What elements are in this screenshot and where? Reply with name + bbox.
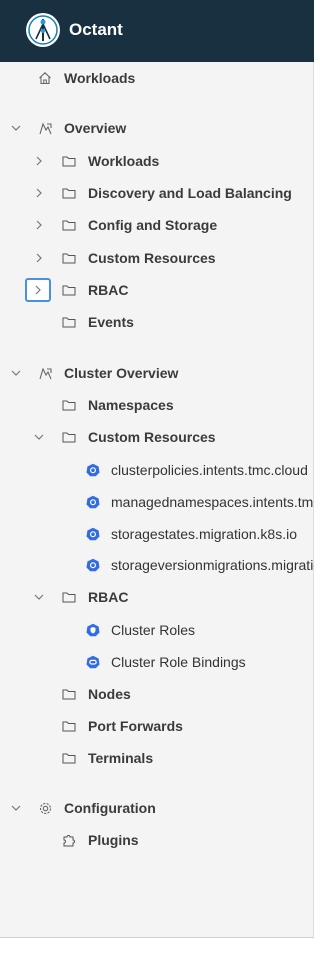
- chevron-right-icon[interactable]: [31, 185, 47, 201]
- app-header: Octant: [0, 0, 314, 62]
- folder-icon: [61, 718, 77, 734]
- nav-item-crd[interactable]: managednamespaces.intents.tmc.cloud: [0, 488, 314, 516]
- folder-icon: [61, 314, 77, 330]
- nav-item-label: Custom Resources: [88, 429, 216, 445]
- folder-icon: [61, 250, 77, 266]
- nav-item-plugins[interactable]: Plugins: [0, 826, 314, 854]
- nav-section-label: Configuration: [64, 800, 156, 816]
- overview-icon: [37, 365, 53, 381]
- nav-section-configuration[interactable]: Configuration: [0, 794, 314, 822]
- chevron-right-icon[interactable]: [25, 278, 51, 302]
- folder-icon: [61, 429, 77, 445]
- nav-item-label: Workloads: [64, 70, 136, 86]
- nav-item-namespaces[interactable]: Namespaces: [0, 391, 314, 419]
- nav-item-label: storagestates.migration.k8s.io: [111, 526, 297, 542]
- folder-icon: [61, 217, 77, 233]
- nav-item-label: Terminals: [88, 750, 154, 766]
- nav-item-label: Config and Storage: [88, 217, 218, 233]
- nav-item-label: clusterpolicies.intents.tmc.cloud: [111, 462, 308, 478]
- nav-item-workloads[interactable]: Workloads: [0, 64, 314, 92]
- nav-item-crd[interactable]: storagestates.migration.k8s.io: [0, 520, 314, 548]
- app-title: Octant: [69, 20, 123, 39]
- nav-item-label: Cluster Roles: [111, 622, 196, 638]
- nav-item-label: Namespaces: [88, 397, 174, 413]
- overview-icon: [37, 120, 53, 136]
- nav-item-port-forwards[interactable]: Port Forwards: [0, 712, 314, 740]
- nav-item-terminals[interactable]: Terminals: [0, 744, 314, 772]
- nav-item-cluster-rbac[interactable]: RBAC: [0, 583, 314, 611]
- nav-item-label: Nodes: [88, 686, 131, 702]
- nav-item-crd[interactable]: clusterpolicies.intents.tmc.cloud: [0, 456, 314, 484]
- divider: [0, 937, 314, 938]
- nav-item-label: Plugins: [88, 832, 139, 848]
- nav-section-overview[interactable]: Overview: [0, 114, 314, 142]
- nav-item-label: managednamespaces.intents.tmc.cloud: [111, 494, 314, 510]
- nav-item-cluster-roles[interactable]: Cluster Roles: [0, 616, 314, 644]
- chevron-down-icon[interactable]: [8, 120, 24, 136]
- nav-section-label: Overview: [64, 120, 127, 136]
- folder-icon: [61, 589, 77, 605]
- nav-section-label: Cluster Overview: [64, 365, 179, 381]
- gear-icon: [37, 800, 53, 816]
- nav-item-cluster-custom-resources[interactable]: Custom Resources: [0, 423, 314, 451]
- nav-item-overview-custom-resources[interactable]: Custom Resources: [0, 244, 314, 272]
- nav-item-events[interactable]: Events: [0, 308, 314, 336]
- chevron-down-icon[interactable]: [31, 429, 47, 445]
- nav-item-label: Workloads: [88, 153, 160, 169]
- nav-item-label: Port Forwards: [88, 718, 183, 734]
- chevron-right-icon[interactable]: [31, 217, 47, 233]
- nav-item-overview-workloads[interactable]: Workloads: [0, 147, 314, 175]
- nav-item-label: RBAC: [88, 589, 129, 605]
- chevron-down-icon[interactable]: [8, 365, 24, 381]
- folder-icon: [61, 153, 77, 169]
- nav-item-label: RBAC: [88, 282, 129, 298]
- nav-item-overview-rbac[interactable]: RBAC: [0, 276, 314, 304]
- kubernetes-crd-icon: [85, 526, 101, 542]
- nav-item-label: Custom Resources: [88, 250, 216, 266]
- nav-item-label: Discovery and Load Balancing: [88, 185, 292, 201]
- nav-item-nodes[interactable]: Nodes: [0, 680, 314, 708]
- kubernetes-crd-icon: [85, 462, 101, 478]
- kubernetes-crd-icon: [85, 557, 101, 573]
- chevron-down-icon[interactable]: [8, 800, 24, 816]
- folder-icon: [61, 397, 77, 413]
- kubernetes-crd-icon: [85, 494, 101, 510]
- chevron-down-icon[interactable]: [31, 589, 47, 605]
- folder-icon: [61, 750, 77, 766]
- folder-icon: [61, 185, 77, 201]
- kubernetes-role-icon: [85, 622, 101, 638]
- octant-logo-icon[interactable]: [26, 13, 60, 47]
- folder-icon: [61, 686, 77, 702]
- kubernetes-role-binding-icon: [85, 654, 101, 670]
- chevron-right-icon[interactable]: [31, 250, 47, 266]
- nav-item-label: Cluster Role Bindings: [111, 654, 246, 670]
- home-icon: [37, 70, 53, 86]
- nav-item-label: storageversionmigrations.migration.k8s.i…: [111, 557, 314, 573]
- nav-item-crd[interactable]: storageversionmigrations.migration.k8s.i…: [0, 551, 314, 579]
- nav-section-cluster-overview[interactable]: Cluster Overview: [0, 359, 314, 387]
- nav-item-label: Events: [88, 314, 134, 330]
- nav-item-config-storage[interactable]: Config and Storage: [0, 211, 314, 239]
- nav-item-cluster-role-bindings[interactable]: Cluster Role Bindings: [0, 648, 314, 676]
- nav-item-discovery-load-balancing[interactable]: Discovery and Load Balancing: [0, 179, 314, 207]
- chevron-right-icon[interactable]: [31, 153, 47, 169]
- folder-icon: [61, 282, 77, 298]
- puzzle-icon: [61, 832, 77, 848]
